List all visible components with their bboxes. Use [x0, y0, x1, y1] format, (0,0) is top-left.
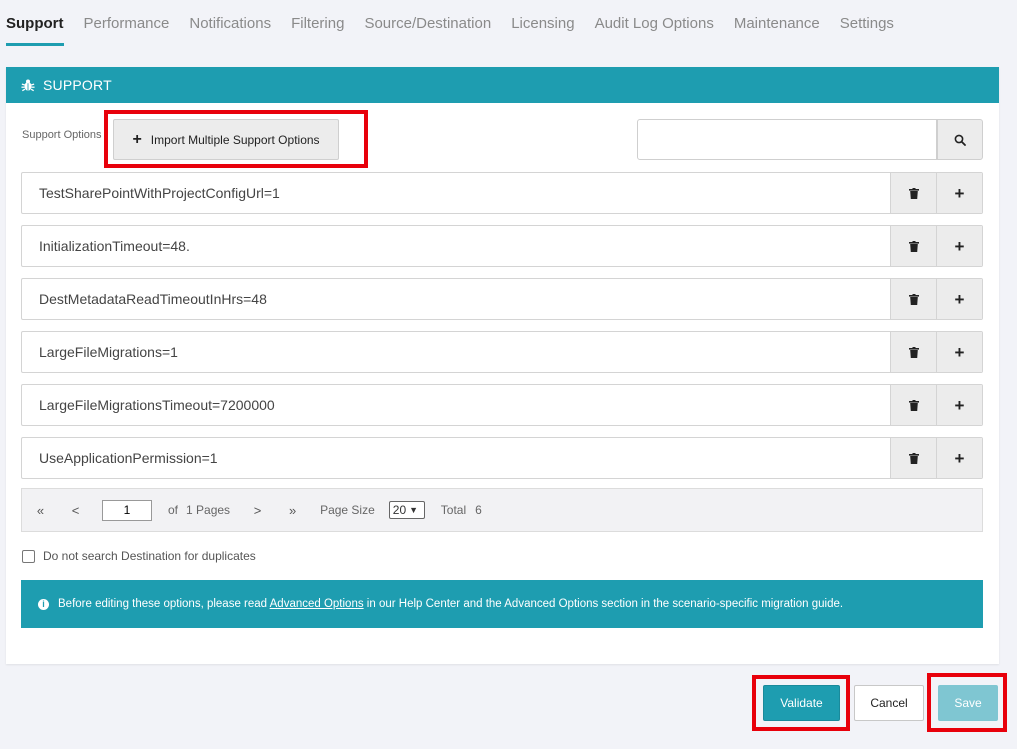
option-text[interactable]: DestMetadataReadTimeoutInHrs=48 — [22, 279, 890, 319]
page-size-label: Page Size — [320, 503, 375, 517]
page-number-input[interactable] — [102, 499, 152, 521]
validate-button[interactable]: Validate — [763, 685, 840, 721]
pager-of-label: of — [168, 503, 179, 517]
page-size-value: 20 — [392, 503, 407, 517]
search-button[interactable] — [937, 119, 983, 160]
import-button-label: Import Multiple Support Options — [150, 132, 320, 147]
tab-filtering[interactable]: Filtering — [291, 0, 344, 48]
add-button[interactable]: + — [936, 385, 982, 425]
plus-icon: + — [954, 289, 965, 309]
option-row: UseApplicationPermission=1 + — [21, 437, 983, 479]
delete-button[interactable] — [890, 332, 936, 372]
info-banner: i Before editing these options, please r… — [21, 580, 983, 628]
trash-icon — [908, 452, 919, 464]
total-label: Total — [440, 503, 467, 517]
pager: « < of 1 Pages > » Page Size 20 ▼ Total … — [21, 488, 983, 532]
option-row: InitializationTimeout=48. + — [21, 225, 983, 267]
add-button[interactable]: + — [936, 173, 982, 213]
search-icon — [954, 134, 966, 146]
tab-settings[interactable]: Settings — [840, 0, 894, 48]
tab-licensing[interactable]: Licensing — [511, 0, 574, 48]
panel-title: SUPPORT — [43, 77, 112, 93]
tab-bar: Support Performance Notifications Filter… — [0, 0, 914, 48]
import-multiple-support-options-button[interactable]: + Import Multiple Support Options — [113, 119, 339, 160]
last-page-button[interactable]: » — [275, 503, 310, 518]
plus-icon: + — [954, 395, 965, 415]
duplicates-checkbox[interactable] — [22, 549, 35, 563]
add-button[interactable]: + — [936, 279, 982, 319]
add-button[interactable]: + — [936, 438, 982, 478]
option-row: TestSharePointWithProjectConfigUrl=1 + — [21, 172, 983, 214]
plus-icon: + — [954, 236, 965, 256]
save-button[interactable]: Save — [938, 685, 998, 721]
delete-button[interactable] — [890, 438, 936, 478]
trash-icon — [908, 187, 919, 199]
chevron-down-icon: ▼ — [409, 505, 419, 515]
delete-button[interactable] — [890, 385, 936, 425]
delete-button[interactable] — [890, 173, 936, 213]
tab-performance[interactable]: Performance — [84, 0, 170, 48]
page-size-select[interactable]: 20 ▼ — [388, 501, 425, 519]
plus-icon: + — [132, 130, 142, 148]
advanced-options-link[interactable]: Advanced Options — [270, 598, 364, 610]
next-page-button[interactable]: > — [240, 503, 275, 518]
option-text[interactable]: InitializationTimeout=48. — [22, 226, 890, 266]
plus-icon: + — [954, 448, 965, 468]
info-text-after: in our Help Center and the Advanced Opti… — [363, 598, 844, 610]
option-row: DestMetadataReadTimeoutInHrs=48 + — [21, 278, 983, 320]
tab-audit-log-options[interactable]: Audit Log Options — [595, 0, 714, 48]
info-icon: i — [38, 598, 49, 610]
info-text-before: Before editing these options, please rea… — [58, 598, 270, 610]
option-text[interactable]: TestSharePointWithProjectConfigUrl=1 — [22, 173, 890, 213]
panel-header: SUPPORT — [6, 67, 999, 103]
first-page-button[interactable]: « — [23, 503, 58, 518]
tab-source-destination[interactable]: Source/Destination — [364, 0, 491, 48]
support-options-label: Support Options — [22, 129, 102, 141]
plus-icon: + — [954, 183, 965, 203]
duplicates-checkbox-label: Do not search Destination for duplicates — [43, 549, 256, 563]
prev-page-button[interactable]: < — [58, 503, 93, 518]
option-row: LargeFileMigrationsTimeout=7200000 + — [21, 384, 983, 426]
add-button[interactable]: + — [936, 226, 982, 266]
tab-support[interactable]: Support — [6, 0, 64, 48]
support-panel: SUPPORT Support Options + Import Multipl… — [6, 67, 999, 664]
info-text: Before editing these options, please rea… — [58, 598, 843, 610]
cancel-button[interactable]: Cancel — [854, 685, 924, 721]
trash-icon — [908, 399, 919, 411]
bug-icon — [21, 79, 35, 92]
trash-icon — [908, 240, 919, 252]
trash-icon — [908, 346, 919, 358]
pager-pages-label: 1 Pages — [186, 503, 231, 517]
option-text[interactable]: LargeFileMigrations=1 — [22, 332, 890, 372]
search-input[interactable] — [637, 119, 937, 160]
option-text[interactable]: LargeFileMigrationsTimeout=7200000 — [22, 385, 890, 425]
total-count: 6 — [475, 503, 482, 517]
option-text[interactable]: UseApplicationPermission=1 — [22, 438, 890, 478]
trash-icon — [908, 293, 919, 305]
duplicates-checkbox-row: Do not search Destination for duplicates — [22, 549, 256, 563]
tab-notifications[interactable]: Notifications — [189, 0, 271, 48]
add-button[interactable]: + — [936, 332, 982, 372]
delete-button[interactable] — [890, 279, 936, 319]
tab-maintenance[interactable]: Maintenance — [734, 0, 820, 48]
delete-button[interactable] — [890, 226, 936, 266]
option-row: LargeFileMigrations=1 + — [21, 331, 983, 373]
plus-icon: + — [954, 342, 965, 362]
